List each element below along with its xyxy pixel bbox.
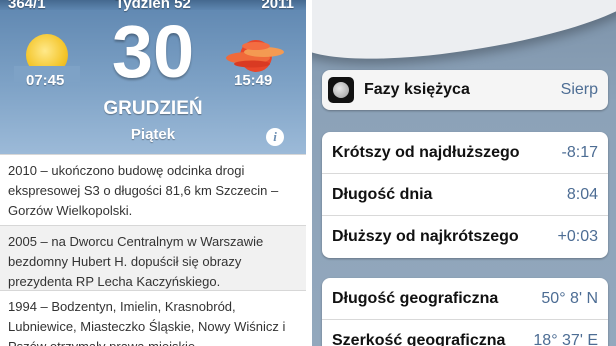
row-value: 50° 8' N: [541, 290, 598, 307]
row-value: 8:04: [566, 186, 598, 203]
events-list: 2010 – ukończono budowę odcinka drogi ek…: [0, 154, 306, 346]
moon-phase-row[interactable]: Fazy księżyca Sierp: [322, 70, 608, 110]
sunset-icon: [226, 40, 284, 72]
row-label: Krótszy od najdłuższego: [332, 144, 520, 161]
sunset-time: 15:49: [234, 72, 273, 89]
daylight-row-longer[interactable]: Dłuższy od najkrótszego +0:03: [322, 216, 608, 257]
geo-group: Długość geograficzna 50° 8' N Szerkość g…: [322, 278, 608, 346]
date-header: 364/1 Tydzień 52 2011 30 GRUDZIEŃ Piątek…: [0, 0, 306, 154]
list-item[interactable]: 2010 – ukończono budowę odcinka drogi ek…: [0, 154, 306, 225]
row-label: Długość dnia: [332, 186, 433, 203]
daylight-row-shorter[interactable]: Krótszy od najdłuższego -8:17: [322, 132, 608, 174]
sunrise-time: 07:45: [26, 72, 65, 89]
weekday-name: Piątek: [130, 126, 176, 143]
geo-row-latitude[interactable]: Szerkość geograficzna 18° 37' E: [322, 320, 608, 346]
astro-screen: Fazy księżyca Sierp Krótszy od najdłuższ…: [312, 0, 616, 346]
year: 2011: [261, 0, 294, 12]
daylight-row-length[interactable]: Długość dnia 8:04: [322, 174, 608, 216]
moon-phase-label: Fazy księżyca: [364, 81, 470, 98]
moon-icon: [328, 77, 354, 103]
month-name: GRUDZIEŃ: [103, 98, 203, 119]
row-label: Długość geograficzna: [332, 290, 499, 307]
geo-row-longitude[interactable]: Długość geograficzna 50° 8' N: [322, 278, 608, 320]
row-value: +0:03: [557, 228, 598, 245]
daylight-group: Krótszy od najdłuższego -8:17 Długość dn…: [322, 132, 608, 258]
row-label: Szerkość geograficzna: [332, 332, 506, 346]
moon-phase-value: Sierp: [560, 81, 598, 98]
calendar-screen: 364/1 Tydzień 52 2011 30 GRUDZIEŃ Piątek…: [0, 0, 306, 346]
row-value: 18° 37' E: [533, 332, 598, 346]
row-value: -8:17: [561, 144, 598, 161]
row-label: Dłuższy od najkrótszego: [332, 228, 519, 245]
paper-curl: [312, 0, 616, 72]
list-item[interactable]: 1994 – Bodzentyn, Imielin, Krasnobród, L…: [0, 290, 306, 346]
list-item[interactable]: 2005 – na Dworcu Centralnym w Warszawie …: [0, 225, 306, 290]
info-icon[interactable]: i: [266, 128, 284, 146]
